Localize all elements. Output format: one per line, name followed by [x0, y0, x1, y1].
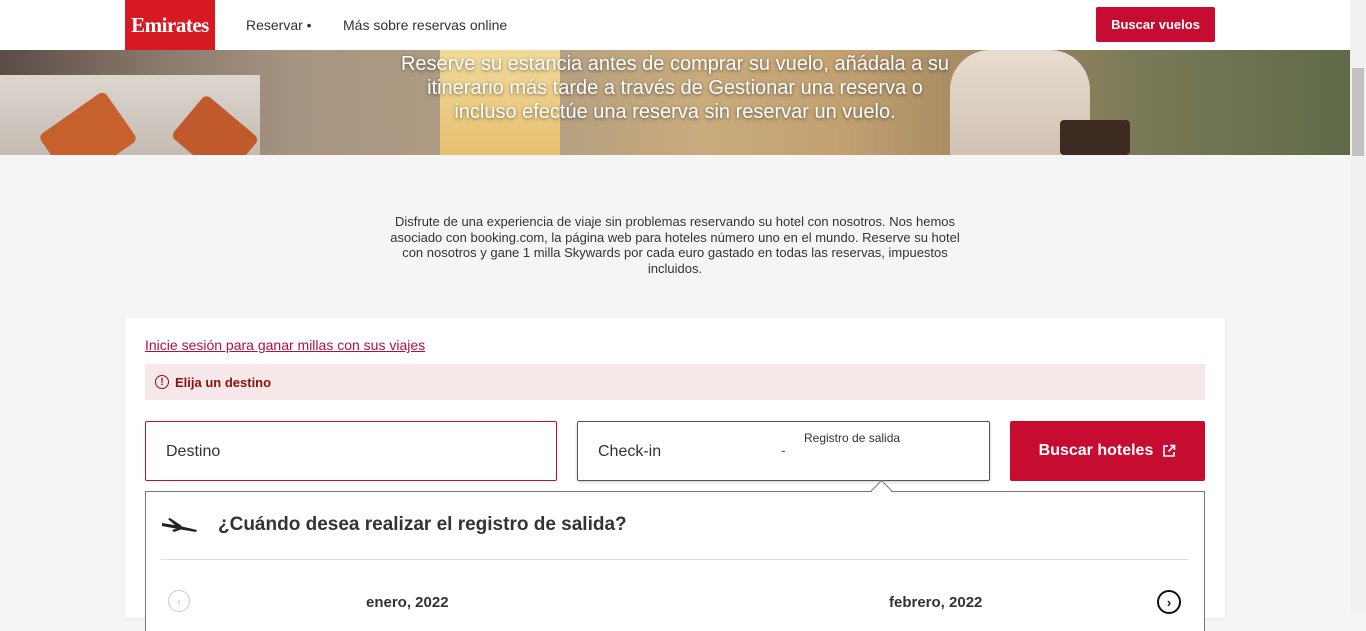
date-range-field[interactable]: Check-in - Registro de salida	[577, 421, 990, 481]
next-month-button[interactable]: ›	[1157, 590, 1181, 614]
chevron-right-icon: ›	[1166, 594, 1172, 610]
nav-reservar[interactable]: Reservar •	[246, 17, 312, 33]
checkout-calendar: ¿Cuándo desea realizar el registro de sa…	[145, 479, 1205, 631]
chevron-left-icon: ‹	[176, 593, 182, 609]
hero-suitcase-image	[1060, 120, 1130, 155]
signin-link[interactable]: Inicie sesión para ganar millas con sus …	[145, 337, 425, 353]
page-scrollbar[interactable]	[1350, 0, 1366, 612]
month-label-january: enero, 2022	[366, 594, 449, 611]
search-flights-button[interactable]: Buscar vuelos	[1096, 7, 1215, 42]
error-message: Elija un destino	[175, 374, 272, 390]
error-alert: ! Elija un destino	[145, 364, 1205, 400]
checkin-field[interactable]: Check-in	[598, 443, 661, 461]
nav-mas-sobre-reservas[interactable]: Más sobre reservas online	[343, 17, 507, 33]
search-hotels-button[interactable]: Buscar hoteles	[1010, 421, 1205, 481]
hotel-search-card: Inicie sesión para ganar millas con sus …	[125, 318, 1225, 631]
destination-input[interactable]: Destino	[145, 421, 557, 481]
date-separator: -	[781, 442, 786, 458]
checkout-field[interactable]: Registro de salida	[804, 431, 900, 445]
external-link-icon	[1163, 444, 1176, 457]
hero-text: Reserve su estancia antes de comprar su …	[400, 53, 950, 123]
emirates-logo[interactable]: Emirates	[125, 0, 215, 50]
month-label-february: febrero, 2022	[889, 594, 983, 611]
top-navigation: Emirates Reservar • Más sobre reservas o…	[0, 0, 1350, 50]
prev-month-button[interactable]: ‹	[168, 590, 190, 612]
exclamation-circle-icon: !	[155, 375, 169, 389]
calendar-title: ¿Cuándo desea realizar el registro de sa…	[218, 514, 627, 535]
scrollbar-thumb[interactable]	[1352, 68, 1364, 156]
destination-placeholder: Destino	[166, 443, 221, 460]
intro-paragraph: Disfrute de una experiencia de viaje sin…	[390, 214, 960, 276]
plane-icon	[162, 518, 197, 532]
calendar-divider	[161, 559, 1189, 560]
calendar-caret	[870, 479, 893, 502]
search-hotels-label: Buscar hoteles	[1038, 442, 1154, 459]
